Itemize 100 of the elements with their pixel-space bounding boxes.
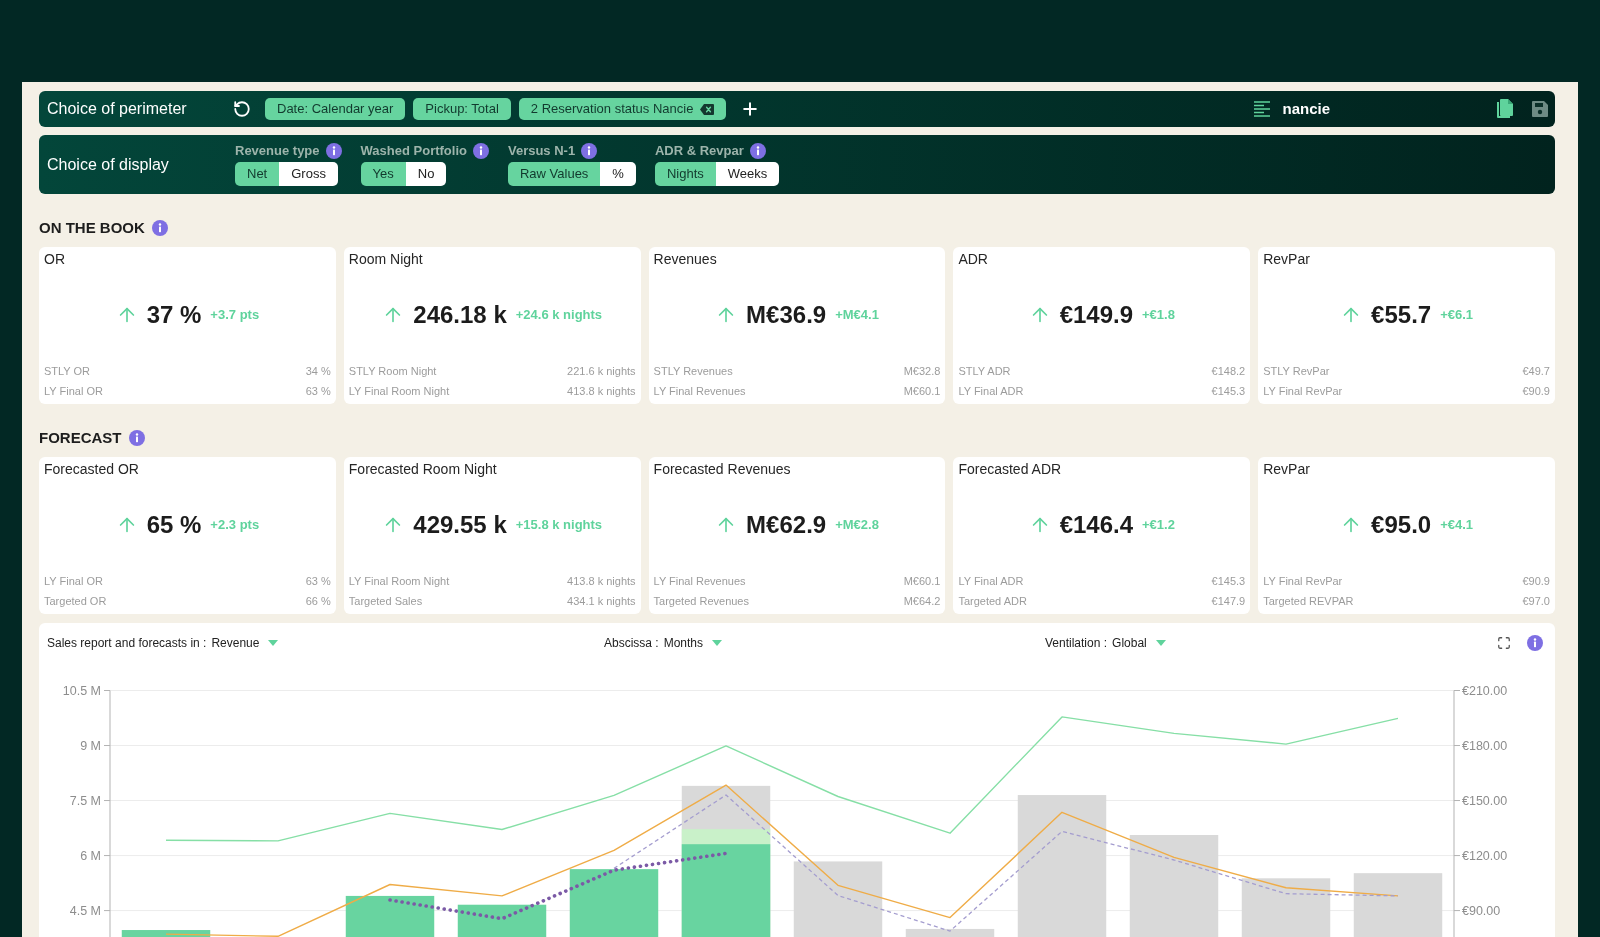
dropdown-label: Sales report and forecasts in : bbox=[47, 635, 207, 652]
kpi-value: €146.4 bbox=[1059, 510, 1134, 540]
kpi-delta: +M€2.8 bbox=[835, 516, 879, 535]
toggle-option[interactable]: Weeks bbox=[715, 162, 780, 186]
metric-label: Targeted Sales bbox=[348, 593, 423, 609]
kpi-delta: +M€4.1 bbox=[835, 306, 879, 325]
metric-value: 34 % bbox=[305, 364, 331, 379]
filter-chip[interactable]: 2 Reservation status Nancie bbox=[518, 98, 727, 120]
metric-label: STLY Room Night bbox=[348, 364, 437, 379]
dropdown-label: Ventilation : bbox=[1045, 635, 1108, 652]
kpi-value: €149.9 bbox=[1059, 300, 1134, 330]
option-label: Versus N-1 bbox=[507, 142, 576, 161]
metric-label: LY Final Revenues bbox=[653, 574, 746, 589]
bar-title: Choice of display bbox=[47, 154, 170, 175]
metric-label: Targeted Revenues bbox=[653, 593, 749, 609]
dropdown[interactable]: Months bbox=[663, 634, 723, 652]
kpi-delta: +€4.1 bbox=[1440, 516, 1474, 535]
metric-label: LY Final Room Night bbox=[348, 574, 450, 589]
metric-value: €145.3 bbox=[1211, 383, 1246, 399]
info-icon[interactable] bbox=[325, 143, 342, 159]
axis-label: 10.5 M bbox=[62, 683, 101, 698]
card-title: Revenues bbox=[652, 250, 718, 268]
metric-value: 66 % bbox=[305, 593, 331, 609]
kpi-value: 246.18 k bbox=[413, 300, 507, 330]
info-icon[interactable] bbox=[472, 143, 489, 159]
axis-label: 4.5 M bbox=[69, 903, 101, 918]
metric-label: STLY Revenues bbox=[653, 364, 733, 379]
bar-title: Choice of perimeter bbox=[47, 99, 188, 119]
metric-label: Targeted REVPAR bbox=[1263, 593, 1354, 609]
metric-label: STLY RevPar bbox=[1263, 364, 1330, 379]
metric-label: LY Final Room Night bbox=[348, 383, 450, 399]
card-title: ADR bbox=[957, 250, 989, 268]
toggle-option[interactable]: Yes bbox=[360, 162, 406, 186]
metric-value: €49.7 bbox=[1522, 364, 1550, 379]
metric-value: 434.1 k nights bbox=[567, 593, 636, 609]
metric-value: M€60.1 bbox=[903, 574, 941, 589]
toggle-option[interactable]: Gross bbox=[279, 162, 338, 186]
kpi-value: €95.0 bbox=[1371, 510, 1432, 540]
kpi-value: 65 % bbox=[146, 510, 202, 540]
metric-value: 413.8 k nights bbox=[567, 574, 636, 589]
card-title: OR bbox=[43, 250, 66, 268]
metric-label: LY Final OR bbox=[44, 574, 103, 589]
card-title: RevPar bbox=[1262, 460, 1311, 478]
card-title: Forecasted Room Night bbox=[347, 460, 498, 478]
refresh-icon[interactable] bbox=[233, 100, 251, 118]
lines-icon[interactable] bbox=[1254, 101, 1271, 117]
axis-label: €180.00 bbox=[1462, 738, 1508, 753]
kpi-delta: +24.6 k nights bbox=[515, 306, 603, 325]
metric-value: 63 % bbox=[305, 574, 331, 589]
metric-label: LY Final RevPar bbox=[1263, 383, 1343, 399]
metric-value: €145.3 bbox=[1211, 574, 1246, 589]
metric-label: LY Final ADR bbox=[958, 383, 1024, 399]
axis-label: €120.00 bbox=[1462, 848, 1508, 863]
dropdown[interactable]: Global bbox=[1112, 634, 1166, 652]
toggle-option[interactable]: Raw Values bbox=[507, 162, 601, 186]
toggle-option[interactable]: % bbox=[600, 162, 636, 186]
toggle-option[interactable]: Nights bbox=[654, 162, 716, 186]
toggle-option[interactable]: Net bbox=[235, 162, 280, 186]
copy-icon[interactable] bbox=[1496, 99, 1514, 119]
kpi-value: €55.7 bbox=[1371, 300, 1432, 330]
metric-value: M€60.1 bbox=[903, 383, 941, 399]
metric-value: 413.8 k nights bbox=[567, 383, 636, 399]
filter-chip[interactable]: Pickup: Total bbox=[413, 98, 511, 120]
metric-value: €90.9 bbox=[1522, 383, 1550, 399]
card-title: RevPar bbox=[1262, 250, 1311, 268]
user-name: nancie bbox=[1282, 98, 1330, 119]
info-icon[interactable] bbox=[749, 143, 766, 159]
card-title: Forecasted OR bbox=[43, 460, 140, 478]
axis-label: €90.00 bbox=[1462, 903, 1501, 918]
option-label: Washed Portfolio bbox=[360, 142, 467, 161]
backspace-icon[interactable] bbox=[700, 103, 715, 115]
kpi-delta: +3.7 pts bbox=[210, 306, 260, 325]
filter-chip[interactable]: Date: Calendar year bbox=[265, 98, 406, 120]
option-label: ADR & Revpar bbox=[654, 142, 744, 161]
section-heading: FORECAST bbox=[39, 427, 122, 448]
axis-label: €210.00 bbox=[1462, 683, 1508, 698]
metric-label: STLY OR bbox=[44, 364, 91, 379]
section-heading: ON THE BOOK bbox=[39, 217, 145, 238]
metric-label: LY Final Revenues bbox=[653, 383, 746, 399]
metric-value: M€64.2 bbox=[903, 593, 941, 609]
toggle-option[interactable]: No bbox=[405, 162, 447, 186]
axis-label: 7.5 M bbox=[69, 793, 101, 808]
info-icon[interactable] bbox=[581, 143, 598, 159]
kpi-delta: +2.3 pts bbox=[210, 516, 260, 535]
metric-value: €97.0 bbox=[1522, 593, 1550, 609]
save-icon[interactable] bbox=[1532, 101, 1548, 117]
metric-value: €90.9 bbox=[1522, 574, 1550, 589]
kpi-delta: +15.8 k nights bbox=[515, 516, 603, 535]
option-label: Revenue type bbox=[235, 142, 320, 161]
metric-value: 63 % bbox=[305, 383, 331, 399]
caret-icon bbox=[1155, 640, 1166, 646]
metric-value: M€32.8 bbox=[903, 364, 941, 379]
axis-label: 6 M bbox=[80, 848, 101, 863]
dropdown[interactable]: Revenue bbox=[211, 634, 279, 652]
card-title: Room Night bbox=[347, 250, 424, 268]
metric-value: €148.2 bbox=[1211, 364, 1246, 379]
kpi-value: M€62.9 bbox=[746, 510, 827, 540]
caret-icon bbox=[712, 640, 723, 646]
expand-icon[interactable] bbox=[1497, 636, 1511, 650]
metric-label: STLY ADR bbox=[958, 364, 1011, 379]
